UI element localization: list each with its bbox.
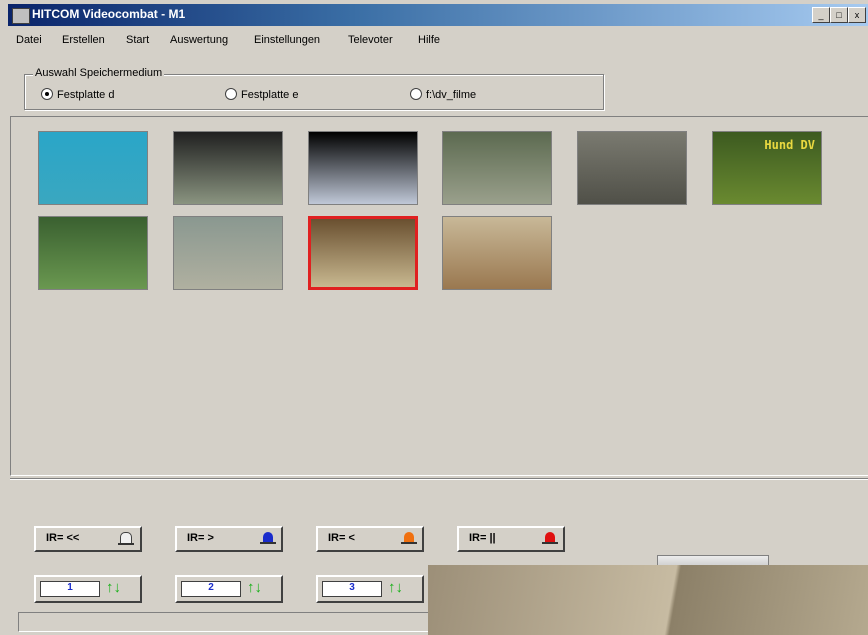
app-icon — [12, 8, 30, 24]
menu-bar: Datei Erstellen Start Auswertung Einstel… — [8, 30, 868, 50]
radio-dot — [41, 88, 53, 100]
radio-dv-filme[interactable]: f:\dv_filme — [410, 88, 476, 101]
ir-label: IR= < — [328, 532, 355, 544]
radio-label: Festplatte d — [57, 89, 115, 101]
camera-1-button[interactable]: 1 ↑↓ — [34, 575, 142, 603]
ir-back-button[interactable]: IR= < — [316, 526, 424, 552]
window-title: HITCOM Videocombat - M1 — [32, 7, 186, 21]
menu-erstellen[interactable]: Erstellen — [62, 34, 105, 46]
ir-rewind-button[interactable]: IR= << — [34, 526, 142, 552]
menu-televoter[interactable]: Televoter — [348, 34, 393, 46]
radio-dot — [225, 88, 237, 100]
video-thumbnail[interactable]: Hund DV — [712, 131, 822, 205]
video-thumbnail[interactable] — [308, 216, 418, 290]
maximize-button[interactable]: □ — [830, 7, 848, 23]
divider — [10, 478, 868, 480]
video-thumbnail[interactable] — [442, 216, 552, 290]
red-lamp-icon — [542, 532, 558, 544]
orange-lamp-icon — [401, 532, 417, 544]
menu-start[interactable]: Start — [126, 34, 149, 46]
menu-einstellungen[interactable]: Einstellungen — [254, 34, 320, 46]
camera-number: 1 — [40, 581, 100, 597]
minimize-button[interactable]: _ — [812, 7, 830, 23]
up-down-arrows-icon: ↑↓ — [247, 579, 262, 596]
camera-number: 3 — [322, 581, 382, 597]
ir-label: IR= || — [469, 532, 496, 544]
radio-label: Festplatte e — [241, 89, 299, 101]
camera-2-button[interactable]: 2 ↑↓ — [175, 575, 283, 603]
radio-dot — [410, 88, 422, 100]
ir-label: IR= << — [46, 532, 80, 544]
video-thumbnail[interactable] — [577, 131, 687, 205]
bell-icon — [118, 532, 134, 545]
video-thumbnail[interactable] — [308, 131, 418, 205]
video-thumbnail[interactable] — [38, 216, 148, 290]
up-down-arrows-icon: ↑↓ — [388, 579, 403, 596]
title-bar: HITCOM Videocombat - M1 _ □ x — [8, 4, 868, 26]
menu-datei[interactable]: Datei — [16, 34, 42, 46]
camera-3-button[interactable]: 3 ↑↓ — [316, 575, 424, 603]
camera-number: 2 — [181, 581, 241, 597]
close-button[interactable]: x — [848, 7, 866, 23]
menu-hilfe[interactable]: Hilfe — [418, 34, 440, 46]
menu-auswertung[interactable]: Auswertung — [170, 34, 228, 46]
video-thumbnail[interactable] — [442, 131, 552, 205]
radio-festplatte-e[interactable]: Festplatte e — [225, 88, 298, 101]
ir-label: IR= > — [187, 532, 214, 544]
video-thumbnail[interactable] — [38, 131, 148, 205]
storage-legend: Auswahl Speichermedium — [33, 67, 165, 79]
ir-pause-button[interactable]: IR= || — [457, 526, 565, 552]
blue-lamp-icon — [260, 532, 276, 544]
video-preview-overlay — [428, 565, 868, 635]
up-down-arrows-icon: ↑↓ — [106, 579, 121, 596]
storage-groupbox: Auswahl Speichermedium Festplatte d Fest… — [24, 67, 604, 110]
ir-play-button[interactable]: IR= > — [175, 526, 283, 552]
radio-festplatte-d[interactable]: Festplatte d — [41, 88, 114, 101]
radio-label: f:\dv_filme — [426, 89, 477, 101]
thumbnail-caption: Hund DV — [764, 138, 815, 152]
video-thumbnail[interactable] — [173, 216, 283, 290]
video-thumbnail[interactable] — [173, 131, 283, 205]
